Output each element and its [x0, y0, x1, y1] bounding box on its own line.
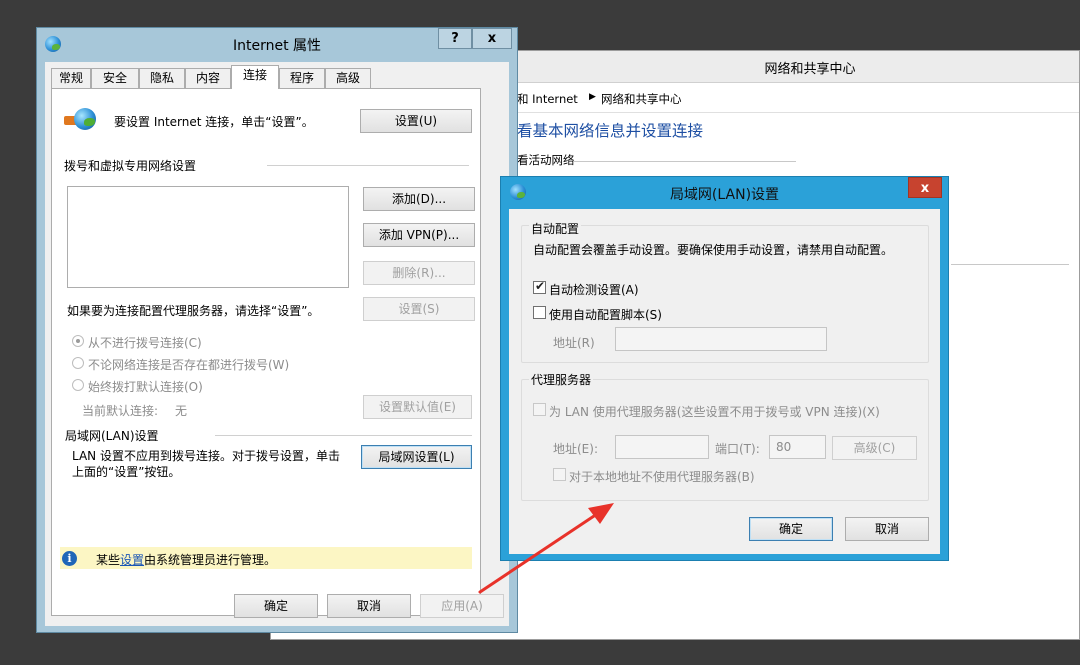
annotation-arrow-icon	[478, 503, 614, 594]
tab-connections[interactable]: 连接	[231, 65, 279, 89]
